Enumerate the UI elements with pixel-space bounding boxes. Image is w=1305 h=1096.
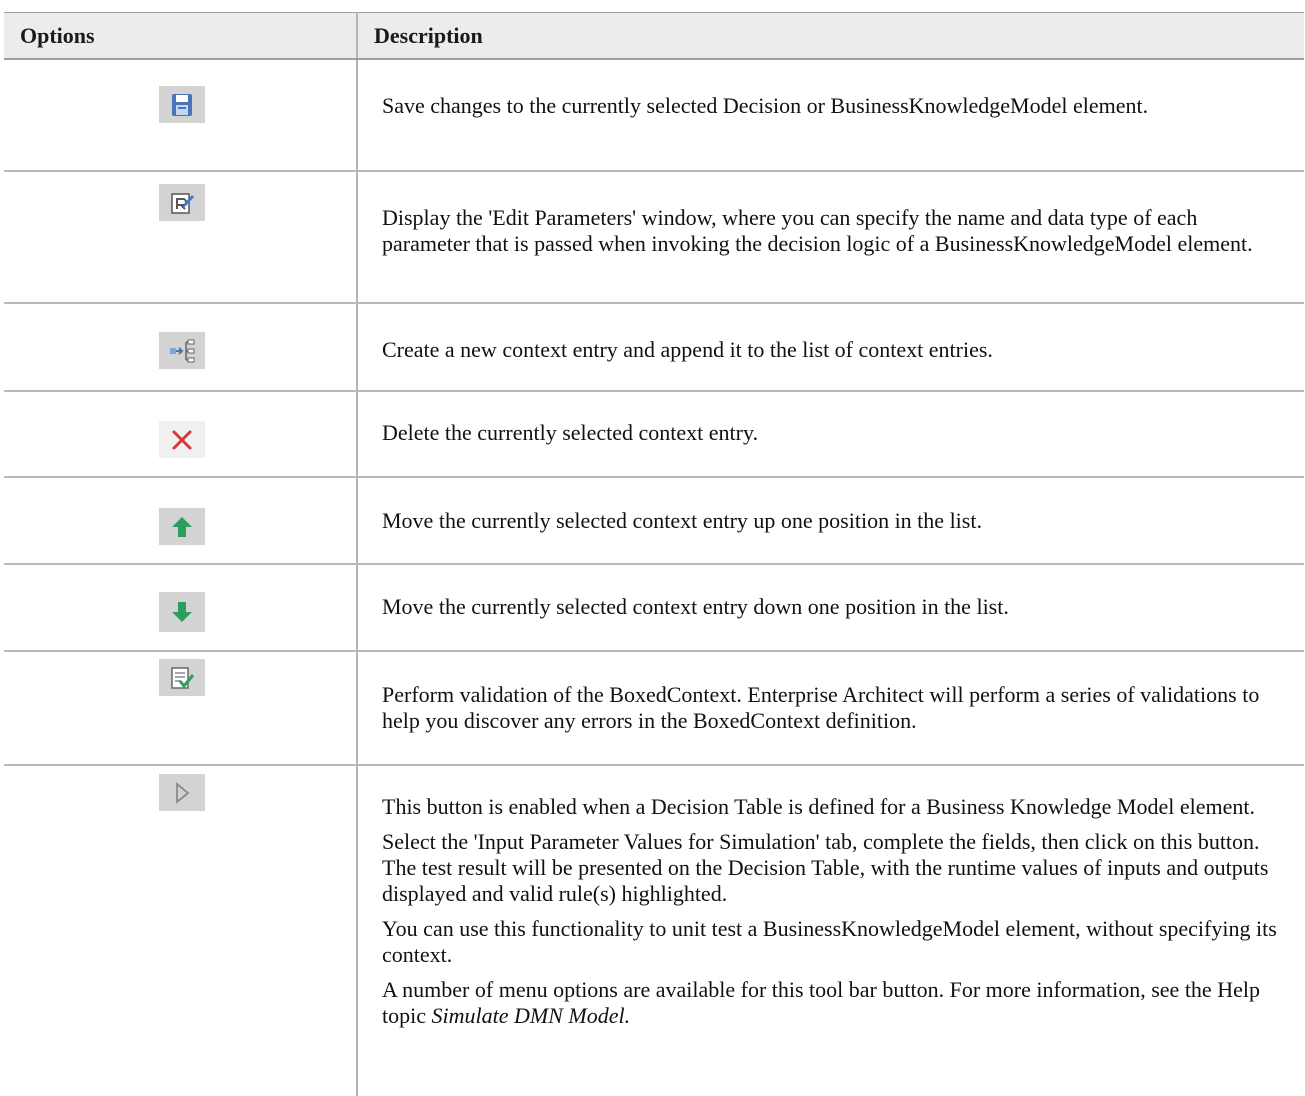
run-simulation-icon[interactable] — [159, 774, 205, 811]
option-cell — [4, 651, 358, 766]
save-icon[interactable] — [159, 86, 205, 123]
row-description: Move the currently selected context entr… — [382, 594, 1009, 619]
table-row: Move the currently selected context entr… — [4, 477, 1304, 565]
table-row: This button is enabled when a Decision T… — [4, 765, 1304, 1096]
table-row: Create a new context entry and append it… — [4, 303, 1304, 392]
row-description-paragraph: This button is enabled when a Decision T… — [382, 794, 1255, 819]
description-cell: Create a new context entry and append it… — [357, 303, 1304, 392]
description-cell: Display the 'Edit Parameters' window, wh… — [357, 171, 1304, 304]
validate-icon[interactable] — [159, 659, 205, 696]
table-row: Display the 'Edit Parameters' window, wh… — [4, 171, 1304, 304]
description-cell: This button is enabled when a Decision T… — [357, 765, 1304, 1096]
move-down-icon[interactable] — [159, 592, 205, 632]
option-cell — [4, 303, 358, 392]
option-cell — [4, 765, 358, 1096]
options-column-header: Options — [4, 12, 358, 60]
delete-icon[interactable] — [159, 421, 205, 458]
description-cell: Perform validation of the BoxedContext. … — [357, 651, 1304, 766]
table-row: Move the currently selected context entr… — [4, 564, 1304, 652]
option-cell — [4, 564, 358, 652]
option-cell — [4, 59, 358, 172]
new-context-entry-icon[interactable] — [159, 332, 205, 369]
options-table: Options Description Save changes to the … — [4, 12, 1304, 1096]
row-description: Display the 'Edit Parameters' window, wh… — [382, 205, 1253, 256]
description-cell: Delete the currently selected context en… — [357, 391, 1304, 478]
row-description: Perform validation of the BoxedContext. … — [382, 682, 1260, 733]
row-description: Save changes to the currently selected D… — [382, 93, 1149, 118]
table-row: Perform validation of the BoxedContext. … — [4, 651, 1304, 766]
move-up-icon[interactable] — [159, 508, 205, 545]
option-cell — [4, 171, 358, 304]
description-cell: Move the currently selected context entr… — [357, 477, 1304, 565]
option-cell — [4, 477, 358, 565]
description-cell: Save changes to the currently selected D… — [357, 59, 1304, 172]
table-row: Delete the currently selected context en… — [4, 391, 1304, 478]
option-cell — [4, 391, 358, 478]
row-description: Delete the currently selected context en… — [382, 420, 759, 445]
row-description: Create a new context entry and append it… — [382, 337, 993, 362]
description-column-header: Description — [357, 12, 1304, 60]
row-description-paragraph: A number of menu options are available f… — [382, 977, 1280, 1029]
help-topic-link[interactable]: Simulate DMN Model. — [432, 1003, 631, 1028]
edit-parameters-icon[interactable] — [159, 184, 205, 221]
row-description-paragraph: Select the 'Input Parameter Values for S… — [382, 829, 1269, 906]
row-description-paragraph: You can use this functionality to unit t… — [382, 916, 1277, 967]
table-row: Save changes to the currently selected D… — [4, 59, 1304, 172]
row-description: Move the currently selected context entr… — [382, 508, 982, 533]
description-cell: Move the currently selected context entr… — [357, 564, 1304, 652]
table-header-row: Options Description — [4, 12, 1304, 60]
